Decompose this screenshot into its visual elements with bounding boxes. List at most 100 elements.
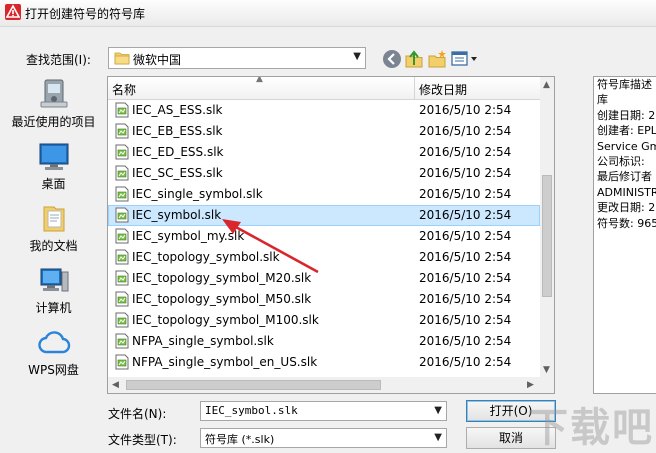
vertical-scrollbar[interactable]: ▲ ▼ bbox=[540, 77, 554, 377]
file-name: NFPA_single_symbol_en_US.slk bbox=[132, 355, 318, 369]
lookin-value: 微软中国 bbox=[133, 53, 182, 67]
file-list: 名称 ▲ 修改日期 IEC_AS_ESS.slk 2016/5/10 2:54 IE… bbox=[107, 76, 555, 394]
file-date: 2016/5/10 2:54 bbox=[419, 103, 512, 117]
cloud-icon bbox=[37, 331, 70, 354]
lookin-label: 查找范围(I): bbox=[26, 53, 91, 67]
file-date: 2016/5/10 2:54 bbox=[419, 229, 512, 243]
column-divider[interactable] bbox=[414, 77, 415, 99]
slk-file-icon bbox=[115, 228, 129, 244]
file-name: IEC_symbol.slk bbox=[132, 208, 222, 222]
file-row[interactable]: IEC_topology_symbol_M50.slk 2016/5/10 2:5… bbox=[108, 289, 540, 310]
preview-line: ADMINISTR bbox=[597, 185, 656, 199]
place-label: 最近使用的项目 bbox=[11, 115, 96, 129]
file-name: IEC_topology_symbol_M50.slk bbox=[132, 292, 312, 306]
view-menu-button[interactable] bbox=[449, 48, 479, 70]
filename-value: IEC_symbol.slk bbox=[205, 404, 298, 417]
preview-line: 库 bbox=[597, 93, 608, 107]
app-logo-icon bbox=[5, 4, 21, 20]
new-folder-button[interactable] bbox=[426, 48, 448, 70]
preview-line: 符号库描述 bbox=[597, 78, 652, 91]
file-name: IEC_single_symbol.slk bbox=[132, 187, 263, 201]
slk-file-icon bbox=[115, 144, 129, 160]
scroll-right-icon[interactable]: ▶ bbox=[527, 380, 534, 390]
file-row[interactable]: NFPA_single_symbol.slk 2016/5/10 2:54 bbox=[108, 331, 540, 352]
filetype-dropdown[interactable]: 符号库 (*.slk) ▼ bbox=[200, 428, 447, 448]
scroll-down-icon[interactable]: ▼ bbox=[543, 365, 550, 375]
open-symbol-library-dialog: 打开创建符号的符号库 查找范围(I): 微软中国 ▼ 最近使用的项目 桌面 我的… bbox=[0, 0, 656, 453]
preview-line: 符号数: 965 bbox=[597, 216, 656, 230]
file-row[interactable]: IEC_ED_ESS.slk 2016/5/10 2:54 bbox=[108, 142, 540, 163]
slk-file-icon bbox=[115, 312, 129, 328]
file-name: IEC_ED_ESS.slk bbox=[132, 145, 224, 159]
column-date-header[interactable]: 修改日期 bbox=[419, 81, 467, 98]
sort-ascending-icon: ▲ bbox=[256, 76, 263, 84]
vertical-scroll-thumb[interactable] bbox=[542, 175, 552, 297]
slk-file-icon bbox=[115, 123, 129, 139]
file-rows: IEC_AS_ESS.slk 2016/5/10 2:54 IEC_EB_ESS.s… bbox=[108, 100, 540, 373]
file-date: 2016/5/10 2:54 bbox=[419, 250, 512, 264]
file-date: 2016/5/10 2:54 bbox=[419, 187, 512, 201]
file-row[interactable]: IEC_single_symbol.slk 2016/5/10 2:54 bbox=[108, 184, 540, 205]
place-wps-cloud[interactable]: WPS网盘 bbox=[2, 328, 105, 378]
file-name: IEC_AS_ESS.slk bbox=[132, 103, 223, 117]
filename-label: 文件名(N): bbox=[108, 407, 167, 421]
place-label: WPS网盘 bbox=[28, 363, 79, 377]
folder-icon bbox=[114, 52, 130, 65]
file-date: 2016/5/10 2:54 bbox=[419, 124, 512, 138]
place-computer[interactable]: 计算机 bbox=[2, 266, 105, 316]
file-row[interactable]: IEC_EB_ESS.slk 2016/5/10 2:54 bbox=[108, 121, 540, 142]
chevron-down-icon[interactable]: ▼ bbox=[434, 405, 442, 416]
preview-line: Service Gm bbox=[597, 139, 656, 153]
symbol-library-preview: 符号库描述库创建日期: 2 创建者: EPL Service Gm 公司标识: 最后修订… bbox=[593, 76, 656, 394]
slk-file-icon bbox=[115, 102, 129, 118]
file-row[interactable]: IEC_topology_symbol_M20.slk 2016/5/10 2:5… bbox=[108, 268, 540, 289]
file-date: 2016/5/10 2:54 bbox=[419, 145, 512, 159]
filename-input[interactable]: IEC_symbol.slk ▼ bbox=[200, 401, 447, 421]
file-row[interactable]: IEC_symbol_my.slk 2016/5/10 2:54 bbox=[108, 226, 540, 247]
file-row[interactable]: IEC_topology_symbol.slk 2016/5/10 2:54 bbox=[108, 247, 540, 268]
column-header: 名称 ▲ 修改日期 bbox=[108, 77, 540, 100]
slk-file-icon bbox=[115, 291, 129, 307]
chevron-down-icon[interactable]: ▼ bbox=[434, 432, 442, 443]
file-date: 2016/5/10 2:54 bbox=[419, 208, 512, 222]
up-folder-button[interactable] bbox=[403, 48, 425, 70]
horizontal-scrollbar[interactable]: ◀ ▶ bbox=[108, 377, 540, 393]
slk-file-icon bbox=[115, 354, 129, 370]
file-row[interactable]: NFPA_single_symbol_en_US.slk 2016/5/10 2:… bbox=[108, 352, 540, 373]
documents-icon bbox=[43, 206, 64, 232]
place-label: 桌面 bbox=[41, 177, 66, 191]
file-row[interactable]: IEC_SC_ESS.slk 2016/5/10 2:54 bbox=[108, 163, 540, 184]
file-date: 2016/5/10 2:54 bbox=[419, 271, 512, 285]
title-bar: 打开创建符号的符号库 bbox=[0, 0, 656, 27]
horizontal-scroll-thumb[interactable] bbox=[126, 380, 381, 390]
scroll-up-icon[interactable]: ▲ bbox=[543, 80, 550, 90]
back-button[interactable] bbox=[381, 48, 403, 70]
preview-line: 创建日期: 2 bbox=[597, 108, 656, 122]
scroll-left-icon[interactable]: ◀ bbox=[112, 380, 119, 390]
file-row[interactable]: IEC_symbol.slk 2016/5/10 2:54 bbox=[108, 205, 540, 226]
slk-file-icon bbox=[115, 165, 129, 181]
slk-file-icon bbox=[115, 270, 129, 286]
preview-line: 公司标识: bbox=[597, 155, 645, 169]
file-name: IEC_topology_symbol_M100.slk bbox=[132, 313, 319, 327]
lookin-dropdown[interactable]: 微软中国 ▼ bbox=[108, 47, 366, 69]
place-recent-items[interactable]: 最近使用的项目 bbox=[2, 78, 105, 130]
place-label: 我的文档 bbox=[29, 239, 78, 253]
computer-icon bbox=[40, 268, 68, 292]
preview-line: 最后修订者 bbox=[597, 170, 652, 184]
file-row[interactable]: IEC_topology_symbol_M100.slk 2016/5/10 2:… bbox=[108, 310, 540, 331]
preview-line: 更改日期: 2 bbox=[597, 201, 656, 215]
watermark-text: 下载吧 bbox=[528, 405, 654, 451]
filetype-label: 文件类型(T): bbox=[108, 433, 177, 447]
place-documents[interactable]: 我的文档 bbox=[2, 204, 105, 254]
preview-line: 创建者: EPL bbox=[597, 124, 656, 138]
slk-file-icon bbox=[115, 186, 129, 202]
place-desktop[interactable]: 桌面 bbox=[2, 142, 105, 192]
file-name: NFPA_single_symbol.slk bbox=[132, 334, 274, 348]
recent-items-icon bbox=[40, 79, 67, 108]
column-name-header[interactable]: 名称 bbox=[112, 81, 136, 98]
file-date: 2016/5/10 2:54 bbox=[419, 166, 512, 180]
places-bar: 最近使用的项目 桌面 我的文档 计算机 WPS网盘 bbox=[2, 76, 105, 394]
file-row[interactable]: IEC_AS_ESS.slk 2016/5/10 2:54 bbox=[108, 100, 540, 121]
window-title: 打开创建符号的符号库 bbox=[25, 7, 146, 21]
